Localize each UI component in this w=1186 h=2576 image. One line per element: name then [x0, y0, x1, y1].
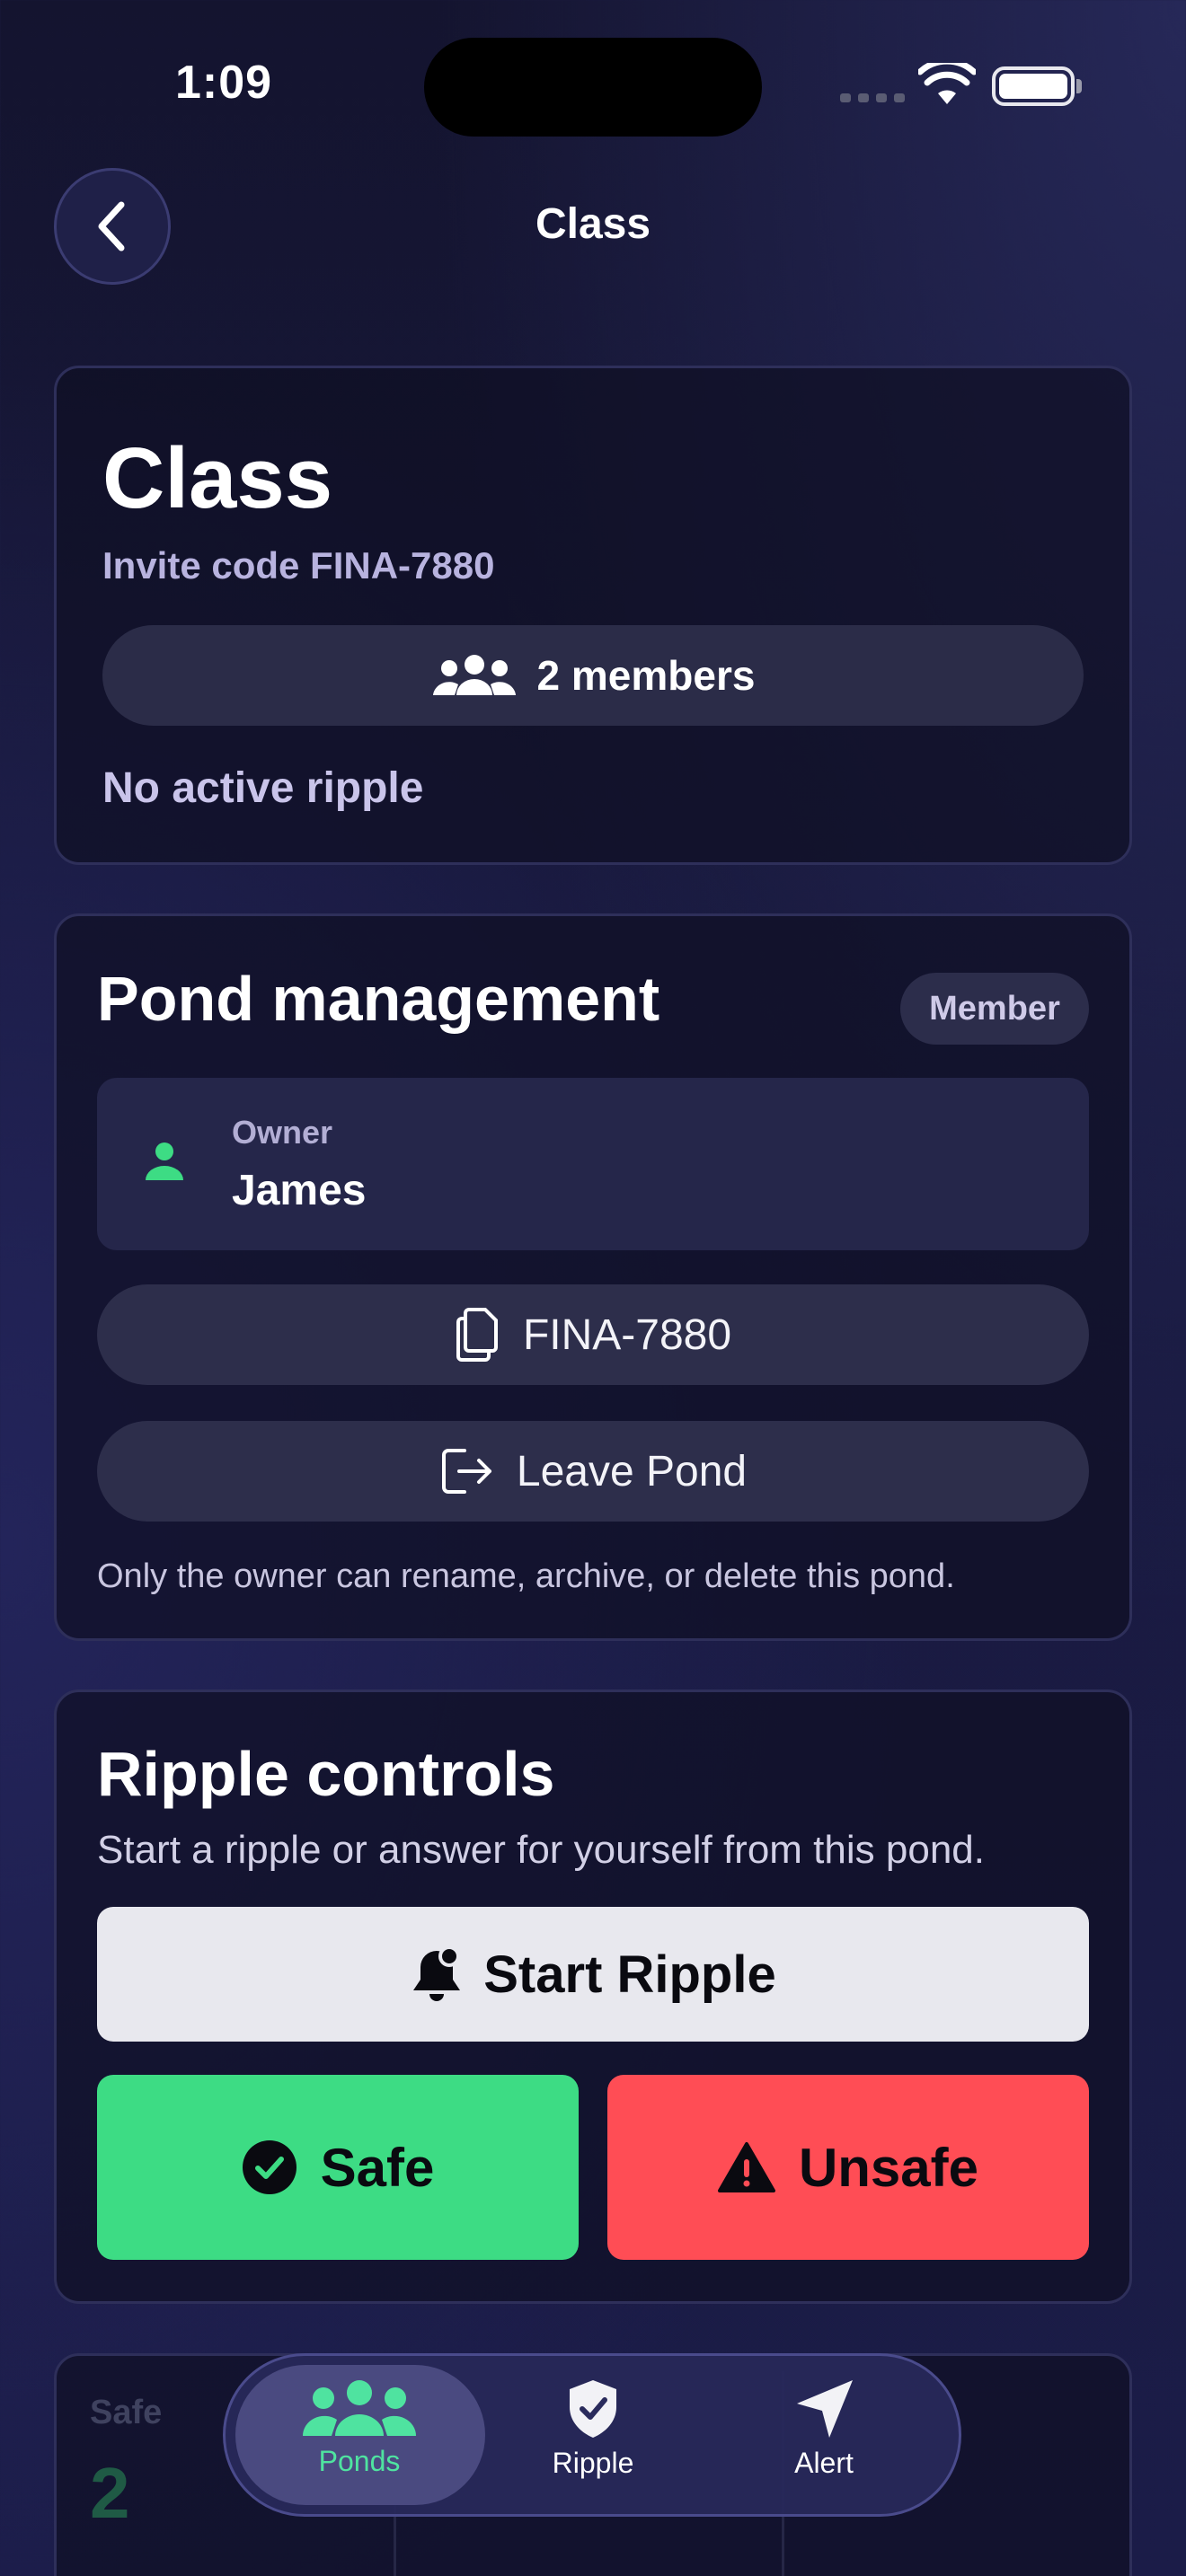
- start-ripple-button[interactable]: Start Ripple: [97, 1907, 1089, 2042]
- safe-button[interactable]: Safe: [97, 2075, 579, 2260]
- stat-safe-label: Safe: [90, 2394, 163, 2431]
- status-time: 1:09: [175, 57, 273, 109]
- tab-ripple-label: Ripple: [552, 2447, 634, 2479]
- invite-code-text: Invite code FINA-7880: [102, 544, 495, 587]
- ripple-controls-subtitle: Start a ripple or answer for yourself fr…: [97, 1828, 985, 1872]
- dynamic-island: [424, 38, 762, 137]
- people-icon: [302, 2380, 417, 2436]
- exit-icon: [441, 1449, 491, 1494]
- owner-row: [97, 1078, 1089, 1250]
- stat-safe-value: 2: [90, 2453, 130, 2533]
- person-icon: [146, 1142, 183, 1180]
- tab-ponds[interactable]: Ponds: [243, 2378, 476, 2478]
- tab-alert-label: Alert: [794, 2447, 854, 2479]
- unsafe-button[interactable]: Unsafe: [607, 2075, 1089, 2260]
- battery-tip: [1076, 79, 1082, 93]
- nav-title: Class: [535, 200, 651, 248]
- copy-invite-code-button[interactable]: FINA-7880: [97, 1284, 1089, 1385]
- tab-ripple[interactable]: Ripple: [476, 2378, 710, 2480]
- members-count: 2 members: [536, 652, 756, 699]
- shield-check-icon: [570, 2380, 616, 2438]
- ripple-status: No active ripple: [102, 764, 424, 812]
- section-title-ripple-controls: Ripple controls: [97, 1739, 555, 1809]
- battery-icon: [992, 66, 1075, 106]
- location-arrow-icon: [797, 2380, 853, 2438]
- cellular-signal-icon: [840, 93, 905, 102]
- section-title-management: Pond management: [97, 964, 660, 1034]
- checkmark-circle-icon: [242, 2140, 296, 2194]
- people-icon: [432, 655, 516, 695]
- owner-name: James: [232, 1167, 367, 1214]
- leave-pond-label: Leave Pond: [516, 1447, 748, 1495]
- role-badge: Member: [900, 973, 1089, 1045]
- pond-title: Class: [102, 430, 333, 526]
- tab-alert[interactable]: Alert: [707, 2378, 941, 2480]
- members-button[interactable]: 2 members: [102, 625, 1084, 726]
- bell-badge-icon: [413, 1945, 461, 2001]
- wifi-icon: [918, 63, 976, 104]
- warning-triangle-icon: [717, 2142, 775, 2192]
- unsafe-label: Unsafe: [798, 2137, 979, 2198]
- owner-permissions-note: Only the owner can rename, archive, or d…: [97, 1557, 955, 1595]
- start-ripple-label: Start Ripple: [483, 1945, 776, 2004]
- tab-ponds-label: Ponds: [318, 2445, 401, 2477]
- copy-icon: [456, 1308, 498, 1362]
- leave-pond-button[interactable]: Leave Pond: [97, 1421, 1089, 1522]
- safe-label: Safe: [320, 2137, 435, 2198]
- owner-label: Owner: [232, 1114, 333, 1151]
- copy-code-label: FINA-7880: [522, 1310, 732, 1359]
